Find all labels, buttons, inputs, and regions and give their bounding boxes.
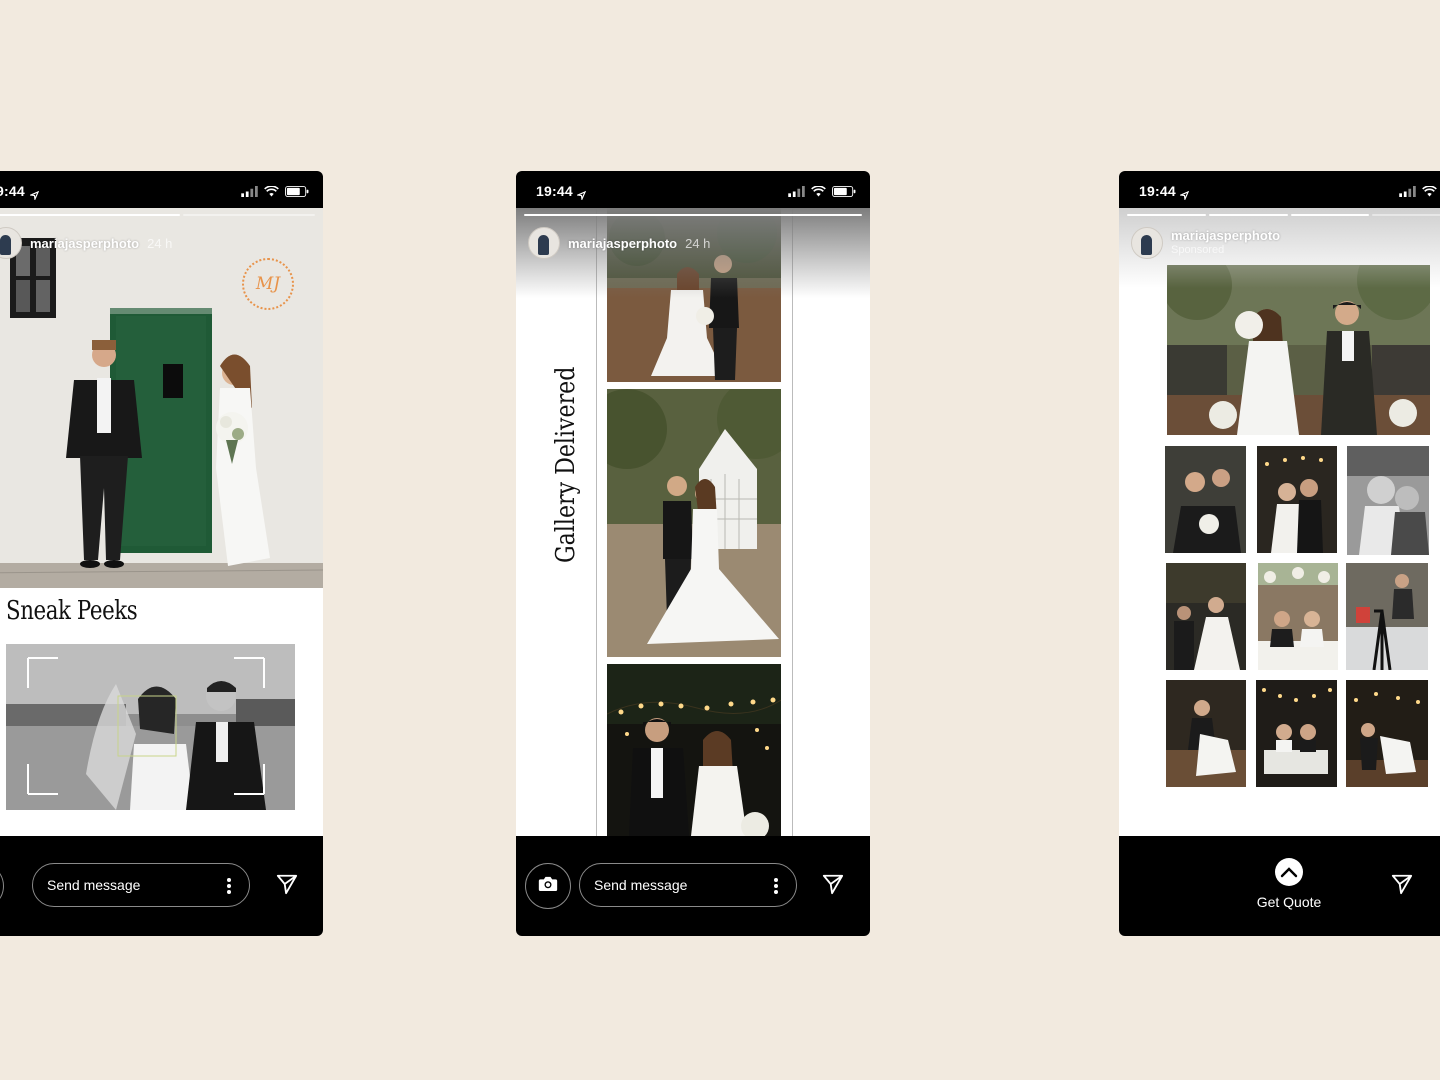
battery-icon	[285, 184, 309, 202]
status-bar: 19:44	[1119, 171, 1440, 208]
avatar[interactable]	[528, 227, 560, 259]
send-icon[interactable]	[276, 873, 300, 897]
progress-segment	[0, 214, 181, 216]
brand-logo: MJ	[242, 258, 294, 310]
username[interactable]: mariajasperphoto	[30, 236, 139, 251]
progress-segment	[1372, 214, 1440, 216]
status-time: 9:44	[0, 183, 25, 199]
story-progress	[0, 214, 315, 216]
wifi-icon	[811, 184, 826, 202]
story-age: 24 h	[147, 235, 173, 251]
story-heading: Sneak Peeks	[6, 596, 138, 626]
send-message-placeholder: Send message	[594, 877, 688, 893]
night-lights-couple-photo	[607, 664, 781, 836]
story-header: mariajasperphoto 24 h	[528, 226, 860, 260]
bw-couple-photo	[6, 644, 295, 810]
signal-icon	[1399, 184, 1416, 202]
story-header: mariajasperphoto 24 h	[0, 226, 313, 260]
progress-segment	[1127, 214, 1206, 216]
story-phone-sneak-peeks: 9:44	[0, 171, 323, 936]
story-age: 24 h	[685, 235, 711, 251]
story-progress	[524, 214, 862, 216]
avatar[interactable]	[1131, 227, 1163, 259]
progress-segment	[524, 214, 862, 216]
status-time: 19:44	[1139, 183, 1176, 199]
camera-icon	[538, 875, 558, 897]
signal-icon	[241, 184, 258, 202]
status-bar: 19:44	[516, 171, 870, 208]
chevron-up-icon	[1275, 858, 1303, 886]
progress-segment	[1290, 214, 1370, 216]
grid-photo	[1347, 446, 1429, 555]
story-reply-bar: Send message	[0, 836, 323, 936]
brand-monogram: MJ	[255, 274, 281, 294]
grid-photo	[1346, 563, 1428, 670]
story-screen[interactable]: Gallery Delivered	[516, 208, 870, 836]
battery-icon	[832, 184, 856, 202]
username[interactable]: mariajasperphoto	[1171, 229, 1280, 243]
camera-button[interactable]	[0, 863, 4, 909]
greenhouse-couple-photo	[607, 389, 781, 657]
more-options-icon[interactable]	[774, 878, 778, 894]
location-arrow-icon	[577, 187, 586, 196]
progress-segment	[1208, 214, 1288, 216]
story-screen[interactable]	[1119, 208, 1440, 836]
send-message-placeholder: Send message	[47, 877, 141, 893]
username[interactable]: mariajasperphoto	[568, 236, 677, 251]
grid-photo	[1256, 680, 1337, 787]
grid-photo	[1165, 446, 1246, 553]
location-arrow-icon	[30, 187, 39, 196]
send-message-input[interactable]: Send message	[32, 863, 250, 907]
avatar[interactable]	[0, 227, 22, 259]
grid-photo	[1258, 563, 1338, 670]
grid-photo	[1257, 446, 1337, 553]
get-quote-label: Get Quote	[1256, 894, 1322, 910]
sponsored-label: Sponsored	[1171, 244, 1225, 256]
story-cta-bar: Get Quote	[1119, 836, 1440, 936]
recessional-hero-photo	[1167, 265, 1430, 435]
location-arrow-icon	[1180, 187, 1189, 196]
story-progress	[1127, 214, 1440, 216]
story-phone-gallery-delivered: 19:44 Gallery Delivered Send message mar…	[516, 171, 870, 936]
status-time: 19:44	[536, 183, 573, 199]
story-phone-sponsored-ad: 19:44 Get Quote mariajasperphoto Sponsor…	[1119, 171, 1440, 936]
grid-photo	[1166, 563, 1246, 670]
grid-photo	[1166, 680, 1246, 787]
send-icon[interactable]	[1391, 873, 1415, 897]
send-icon[interactable]	[822, 873, 846, 897]
camera-button[interactable]	[525, 863, 571, 909]
story-header: mariajasperphoto Sponsored	[1131, 226, 1440, 260]
story-screen[interactable]: MJ Sneak Peeks	[0, 208, 323, 836]
send-message-input[interactable]: Send message	[579, 863, 797, 907]
divider-line	[596, 208, 597, 836]
divider-line	[792, 208, 793, 836]
status-bar: 9:44	[0, 171, 323, 208]
wifi-icon	[264, 184, 279, 202]
story-heading: Gallery Delivered	[551, 366, 581, 563]
grid-photo	[1346, 680, 1428, 787]
story-reply-bar: Send message	[516, 836, 870, 936]
signal-icon	[788, 184, 805, 202]
wifi-icon	[1422, 184, 1437, 202]
progress-segment	[183, 214, 315, 216]
more-options-icon[interactable]	[227, 878, 231, 894]
